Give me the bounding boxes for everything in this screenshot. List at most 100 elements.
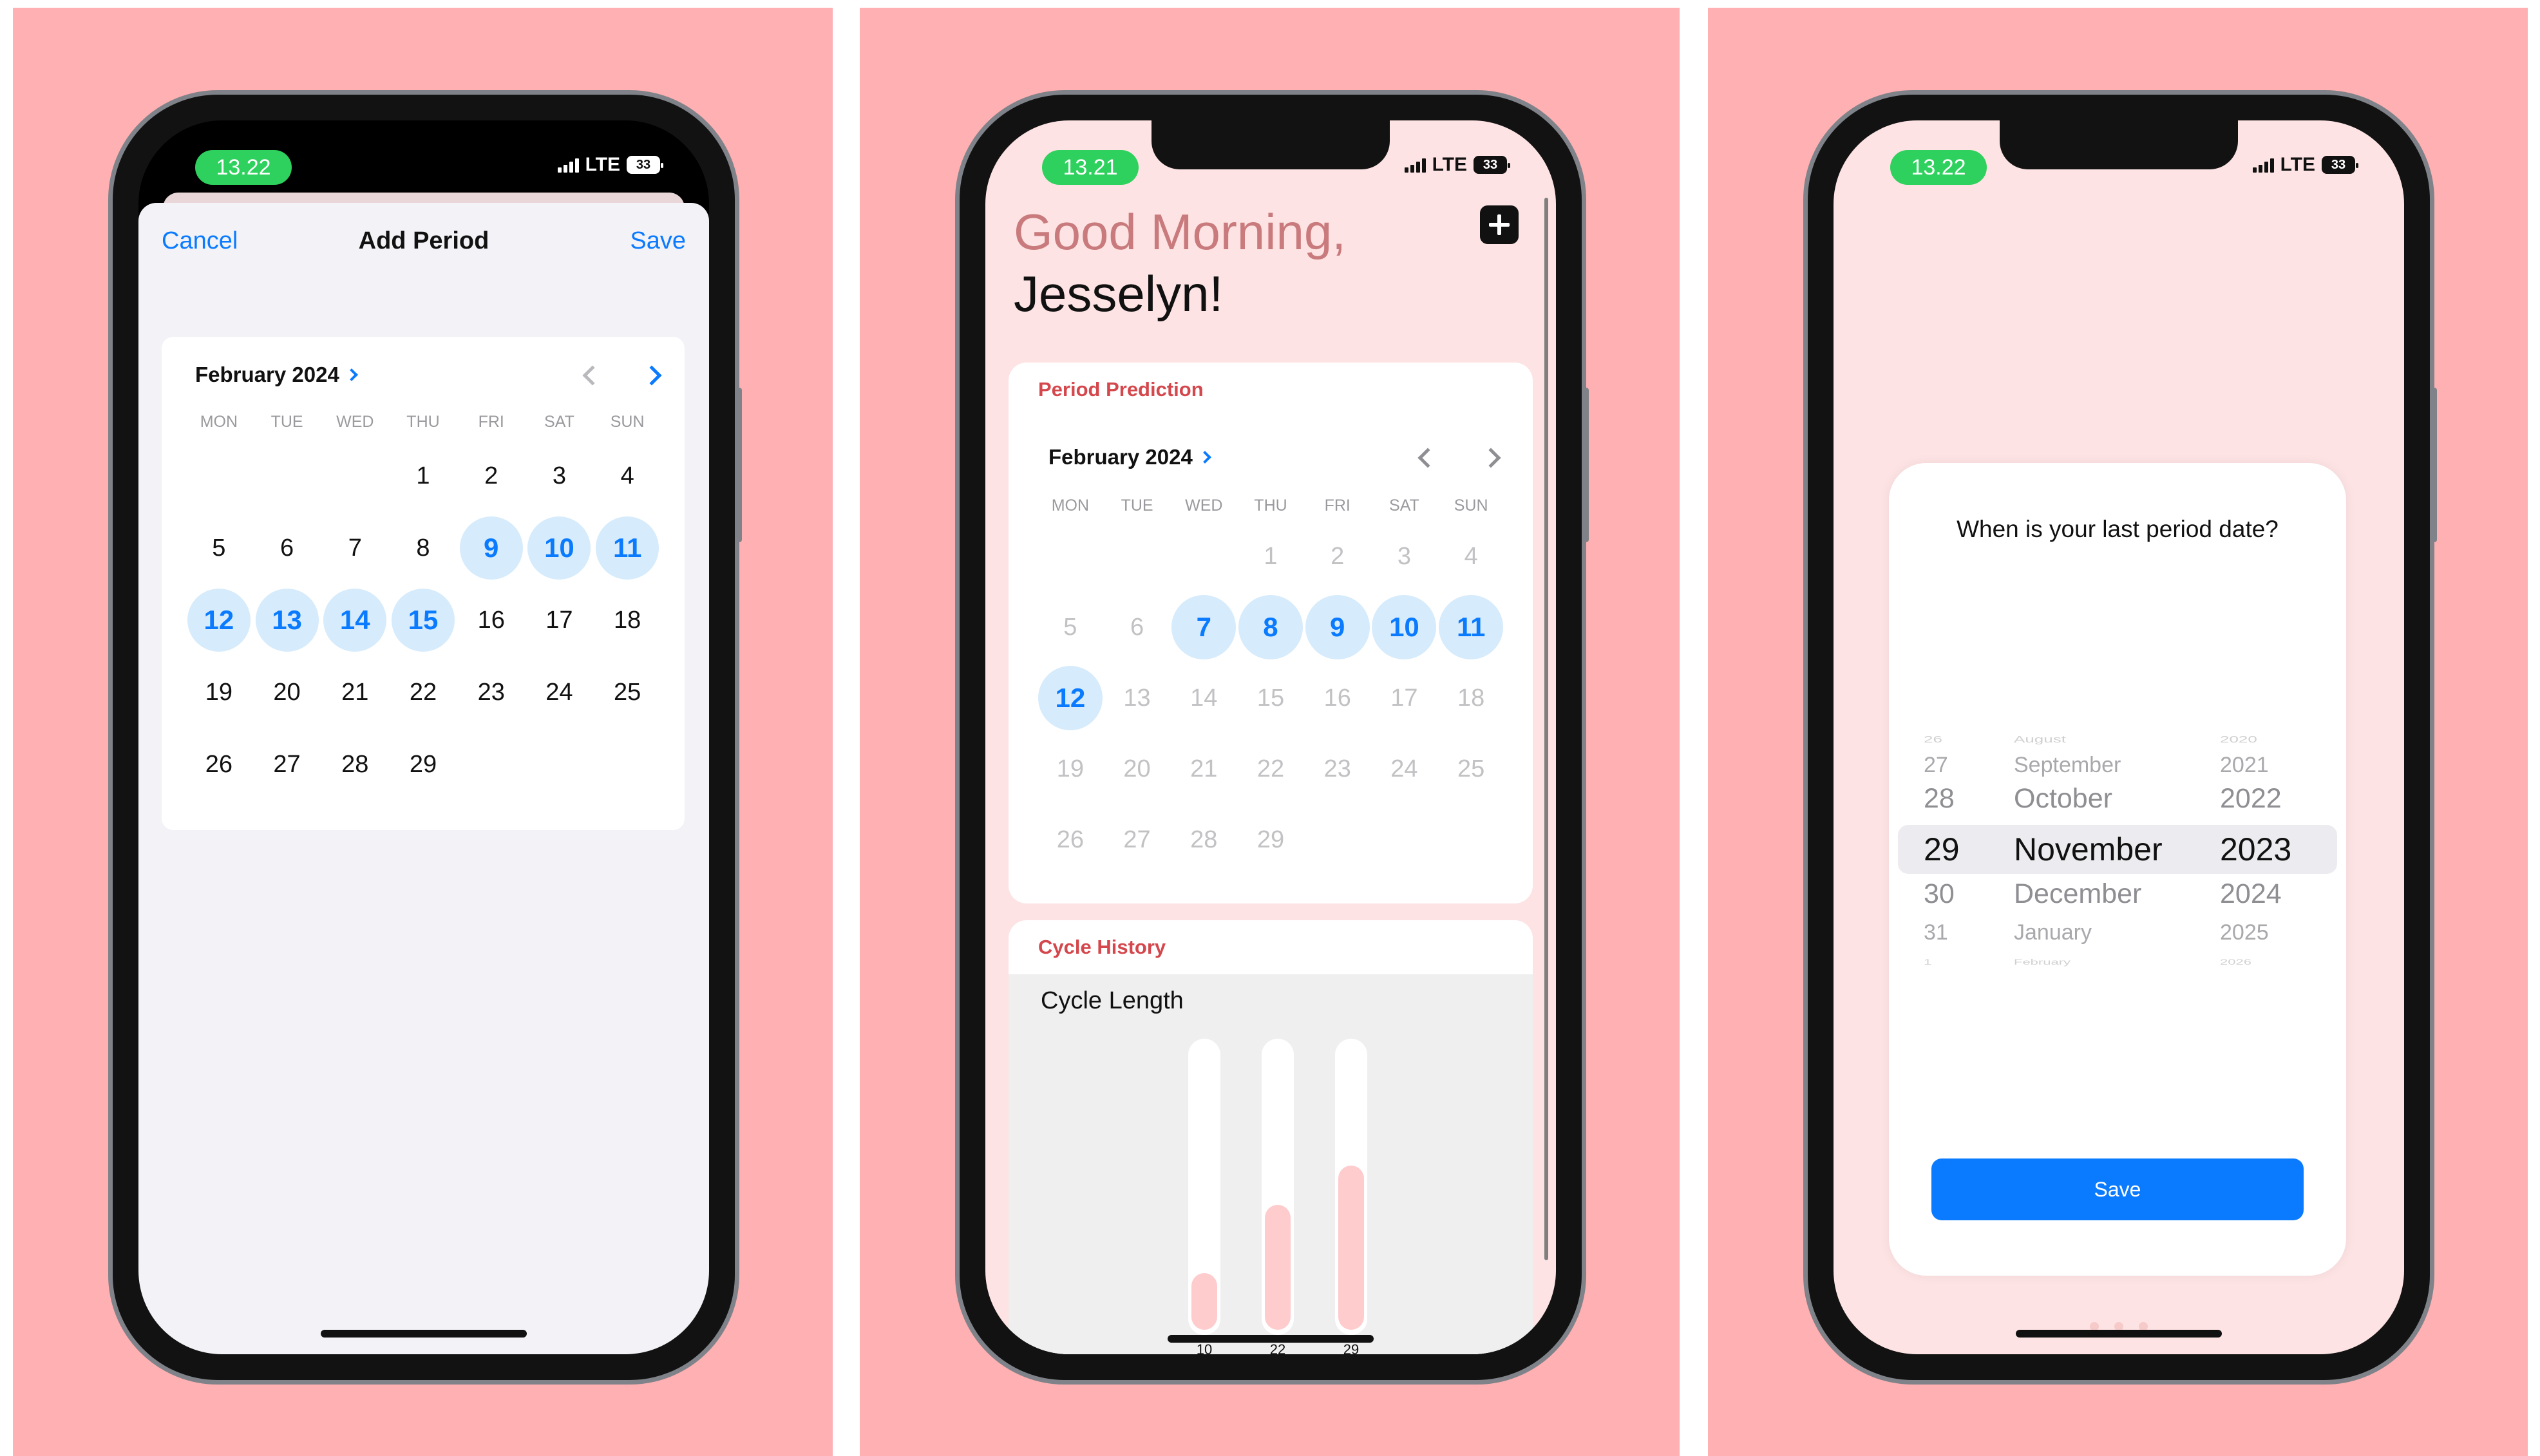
calendar-day[interactable]: 9 <box>457 512 526 584</box>
calendar-day[interactable]: 25 <box>1437 733 1504 804</box>
picker-year: 2021 <box>2220 753 2269 778</box>
empty-cell <box>185 440 253 512</box>
calendar-day[interactable]: 8 <box>1237 592 1304 663</box>
calendar-day[interactable]: 21 <box>321 656 389 728</box>
calendar-day[interactable]: 11 <box>593 512 661 584</box>
calendar-day[interactable]: 7 <box>321 512 389 584</box>
calendar-day[interactable]: 19 <box>185 656 253 728</box>
calendar-day[interactable]: 6 <box>253 512 321 584</box>
status-time: 13.22 <box>1890 150 1987 185</box>
picker-year: 2026 <box>2220 957 2251 967</box>
calendar-day[interactable]: 24 <box>1371 733 1438 804</box>
calendar-day[interactable]: 4 <box>593 440 661 512</box>
calendar-day[interactable]: 4 <box>1437 521 1504 592</box>
calendar-day[interactable]: 15 <box>389 584 457 656</box>
bar <box>1191 1273 1217 1330</box>
save-button[interactable]: Save <box>1931 1158 2304 1220</box>
month-selector[interactable]: February 2024 <box>1048 445 1211 469</box>
calendar-day[interactable]: 10 <box>1371 592 1438 663</box>
add-period-sheet: Cancel Add Period Save February 2024 MON… <box>138 203 709 1354</box>
calendar-day[interactable]: 8 <box>389 512 457 584</box>
picker-row[interactable]: 29 November 2023 <box>1898 830 2337 869</box>
picker-day: 29 <box>1924 831 1960 867</box>
calendar-day[interactable]: 29 <box>1237 804 1304 875</box>
calendar-day[interactable]: 16 <box>1304 663 1371 733</box>
picker-month: August <box>2014 734 2066 745</box>
next-month-button[interactable] <box>1481 448 1501 468</box>
calendar-day[interactable]: 19 <box>1037 733 1104 804</box>
calendar-day[interactable]: 10 <box>526 512 594 584</box>
empty-cell <box>253 440 321 512</box>
calendar-day[interactable]: 26 <box>1037 804 1104 875</box>
signal-icon <box>1404 157 1426 173</box>
calendar-day[interactable]: 3 <box>1371 521 1438 592</box>
scrollbar[interactable] <box>1544 198 1548 1260</box>
calendar-day[interactable]: 2 <box>1304 521 1371 592</box>
previous-month-button[interactable] <box>582 365 603 386</box>
date-picker[interactable]: 26 August 2020 27 September 2021 28 October 2022… <box>1898 721 2337 967</box>
calendar-day[interactable]: 20 <box>1104 733 1171 804</box>
weekday-label: THU <box>406 413 440 431</box>
calendar-day[interactable]: 12 <box>185 584 253 656</box>
calendar-day[interactable]: 2 <box>457 440 526 512</box>
picker-row[interactable]: 27 September 2021 <box>1898 753 2337 779</box>
save-button[interactable]: Save <box>630 227 686 255</box>
calendar-day[interactable]: 5 <box>185 512 253 584</box>
picker-row[interactable]: 31 January 2025 <box>1898 920 2337 947</box>
calendar-day[interactable]: 14 <box>321 584 389 656</box>
calendar-day[interactable]: 24 <box>526 656 594 728</box>
calendar-day[interactable]: 22 <box>389 656 457 728</box>
calendar-day[interactable]: 14 <box>1170 663 1237 733</box>
picker-year: 2025 <box>2220 920 2269 945</box>
calendar-day[interactable]: 1 <box>389 440 457 512</box>
calendar-day[interactable]: 23 <box>1304 733 1371 804</box>
page-title: Add Period <box>358 227 489 254</box>
calendar-day[interactable]: 17 <box>526 584 594 656</box>
calendar-day[interactable]: 1 <box>1237 521 1304 592</box>
calendar-day[interactable]: 27 <box>253 728 321 800</box>
calendar-day[interactable]: 12 <box>1037 663 1104 733</box>
calendar-day[interactable]: 29 <box>389 728 457 800</box>
user-name: Jesselyn! <box>1014 265 1224 322</box>
calendar-day[interactable]: 27 <box>1104 804 1171 875</box>
picker-year: 2022 <box>2220 783 2282 815</box>
picker-year: 2020 <box>2220 734 2257 745</box>
notch <box>2000 120 2238 169</box>
previous-month-button[interactable] <box>1417 448 1438 468</box>
weekday-header: MON TUE WED THU FRI SAT SUN <box>185 413 661 431</box>
calendar-day[interactable]: 18 <box>1437 663 1504 733</box>
calendar-day[interactable]: 3 <box>526 440 594 512</box>
calendar-day[interactable]: 9 <box>1304 592 1371 663</box>
calendar-day[interactable]: 5 <box>1037 592 1104 663</box>
signal-icon <box>2252 157 2274 173</box>
add-period-button[interactable] <box>1480 205 1519 244</box>
calendar-day[interactable]: 11 <box>1437 592 1504 663</box>
weekday-label: FRI <box>478 413 504 431</box>
calendar-day[interactable]: 13 <box>253 584 321 656</box>
section-title: Period Prediction <box>1038 378 1204 401</box>
calendar-day[interactable]: 20 <box>253 656 321 728</box>
picker-row[interactable]: 26 August 2020 <box>1898 734 2337 745</box>
next-month-button[interactable] <box>641 365 662 386</box>
calendar-day[interactable]: 21 <box>1170 733 1237 804</box>
calendar-day[interactable]: 28 <box>321 728 389 800</box>
picker-day: 31 <box>1924 920 1948 945</box>
calendar-day[interactable]: 7 <box>1170 592 1237 663</box>
calendar-day[interactable]: 16 <box>457 584 526 656</box>
calendar-day[interactable]: 28 <box>1170 804 1237 875</box>
calendar-day[interactable]: 26 <box>185 728 253 800</box>
calendar-day[interactable]: 18 <box>593 584 661 656</box>
calendar-day[interactable]: 15 <box>1237 663 1304 733</box>
calendar-day[interactable]: 22 <box>1237 733 1304 804</box>
calendar-day[interactable]: 23 <box>457 656 526 728</box>
month-selector[interactable]: February 2024 <box>195 363 358 387</box>
calendar-day[interactable]: 17 <box>1371 663 1438 733</box>
bar-track <box>1262 1039 1294 1335</box>
picker-row[interactable]: 28 October 2022 <box>1898 782 2337 816</box>
calendar-day[interactable]: 13 <box>1104 663 1171 733</box>
calendar-day[interactable]: 6 <box>1104 592 1171 663</box>
picker-row[interactable]: 1 February 2026 <box>1898 958 2337 967</box>
picker-row[interactable]: 30 December 2024 <box>1898 878 2337 911</box>
chart-title: Cycle Length <box>1041 987 1184 1014</box>
calendar-day[interactable]: 25 <box>593 656 661 728</box>
